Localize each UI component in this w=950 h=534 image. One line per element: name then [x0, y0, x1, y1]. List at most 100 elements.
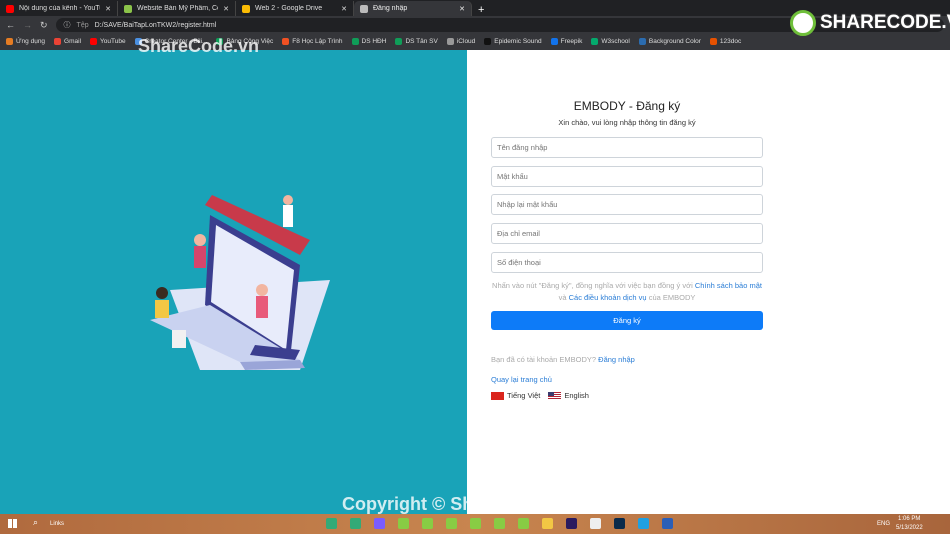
vietnam-flag-icon [491, 392, 504, 401]
bookmark-icon [54, 38, 62, 46]
hero-panel: ShareCode.vn [0, 36, 467, 514]
taskbar-search[interactable]: Links [50, 521, 64, 527]
tab-favicon-icon [6, 4, 14, 13]
phone-input[interactable] [491, 252, 763, 273]
bookmark-icon [395, 38, 403, 46]
bookmark-item[interactable]: DS Tân SV [395, 38, 438, 46]
terms-text: Nhấn vào nút "Đăng ký", đồng nghĩa với v… [491, 280, 763, 304]
taskbar-app-icon[interactable] [566, 518, 577, 529]
bookmark-item[interactable]: Epidemic Sound [484, 38, 542, 46]
watermark-bottom: Copyright © ShareCode.vn [342, 494, 572, 514]
taskbar-app-icon[interactable] [350, 518, 361, 529]
taskbar-app-icon[interactable] [446, 518, 457, 529]
bookmark-item[interactable]: DS HĐH [351, 38, 387, 46]
bookmark-item[interactable]: Gmail [54, 38, 82, 46]
tab-title: Nội dung của kênh - YouTube St [19, 5, 100, 12]
taskbar-app-icon[interactable] [398, 518, 409, 529]
email-input[interactable] [491, 223, 763, 244]
tab-title: Website Bán Mỹ Phẩm, Có Trang [137, 5, 218, 12]
bookmark-label: YouTube [100, 38, 126, 46]
bookmark-item[interactable]: F8 Học Lập Trình [282, 38, 343, 46]
back-icon[interactable]: ← [6, 20, 15, 30]
bookmark-icon [550, 38, 558, 46]
bookmark-item[interactable]: Freepik [550, 38, 583, 46]
info-icon: ⓘ [63, 22, 71, 29]
close-tab-icon[interactable]: ✕ [105, 5, 111, 13]
page-subtitle: Xin chào, vui lòng nhập thông tin đăng k… [558, 118, 696, 127]
taskbar-app-icon[interactable] [614, 518, 625, 529]
bookmark-label: Epidemic Sound [494, 38, 542, 46]
taskbar-app-icon[interactable] [590, 518, 601, 529]
back-home-link[interactable]: Quay lại trang chủ [491, 375, 552, 384]
browser-tab[interactable]: Web 2 - Google Drive ✕ [236, 1, 354, 16]
terms-link[interactable]: Các điều khoản dịch vụ [569, 293, 647, 302]
bookmark-icon [446, 38, 454, 46]
reload-icon[interactable]: ↻ [40, 20, 48, 31]
watermark-top: ShareCode.vn [138, 36, 260, 56]
login-link[interactable]: Đăng nhập [598, 355, 635, 364]
taskbar-app-icon[interactable] [518, 518, 529, 529]
bookmark-item[interactable]: Ứng dụng [6, 38, 45, 46]
close-tab-icon[interactable]: ✕ [459, 5, 465, 13]
have-account-label: Bạn đã có tài khoản EMBODY? [491, 355, 599, 364]
bookmark-icon [638, 38, 646, 46]
confirm-password-input[interactable] [491, 194, 763, 215]
taskbar-app-icon[interactable] [326, 518, 337, 529]
taskbar-time: 1:06 PM [898, 516, 921, 522]
username-input[interactable] [491, 137, 763, 158]
url-prefix: Tệp [76, 21, 89, 29]
bookmark-item[interactable]: W3school [591, 38, 630, 46]
taskbar: ⌕ Links ENG 1:06 PM 5/13/2022 [0, 514, 950, 534]
bookmark-label: 123doc [719, 38, 742, 46]
tab-favicon-icon [242, 4, 250, 13]
taskbar-date: 5/13/2022 [896, 525, 923, 531]
lang-vi[interactable]: Tiếng Việt [491, 391, 540, 401]
url-text: D:/SAVE/BaiTapLonTKW2/register.html [94, 21, 217, 29]
sharecode-logo: SHARECODE.VN [790, 10, 950, 36]
taskbar-app-icon[interactable] [374, 518, 385, 529]
bookmark-icon [282, 38, 290, 46]
terms-suffix: của EMBODY [646, 293, 696, 302]
bookmark-label: DS Tân SV [405, 38, 438, 46]
language-switcher: Tiếng Việt English [491, 391, 589, 401]
terms-and: và [558, 293, 569, 302]
lang-en-label: English [564, 391, 589, 400]
browser-tab[interactable]: Nội dung của kênh - YouTube St ✕ [0, 1, 118, 16]
windows-start-icon[interactable] [8, 519, 17, 528]
search-icon[interactable]: ⌕ [33, 517, 38, 528]
tab-favicon-icon [124, 4, 132, 13]
bookmark-label: DS HĐH [361, 38, 387, 46]
taskbar-app-icon[interactable] [542, 518, 553, 529]
logo-icon [790, 10, 816, 36]
bookmark-item[interactable]: iCloud [446, 38, 475, 46]
bookmark-icon [351, 38, 359, 46]
new-tab-button[interactable]: + [472, 4, 490, 16]
browser-tab[interactable]: Đăng nhập ✕ [354, 1, 472, 16]
privacy-link[interactable]: Chính sách bảo mật [695, 281, 762, 290]
taskbar-app-icon[interactable] [494, 518, 505, 529]
bookmark-item[interactable]: YouTube [90, 38, 126, 46]
password-input[interactable] [491, 166, 763, 187]
close-tab-icon[interactable]: ✕ [341, 5, 347, 13]
forward-icon[interactable]: → [23, 20, 32, 30]
taskbar-app-icon[interactable] [422, 518, 433, 529]
lang-en[interactable]: English [548, 391, 589, 401]
bookmark-icon [6, 38, 13, 46]
bookmark-icon [484, 38, 492, 46]
taskbar-app-icon[interactable] [662, 518, 673, 529]
close-tab-icon[interactable]: ✕ [223, 5, 229, 13]
register-button[interactable]: Đăng ký [491, 311, 763, 330]
bookmark-icon [709, 38, 717, 46]
shopping-illustration [150, 195, 330, 370]
bookmark-label: Gmail [64, 38, 82, 46]
register-panel: EMBODY - Đăng ký Xin chào, vui lòng nhập… [467, 50, 950, 514]
browser-tab[interactable]: Website Bán Mỹ Phẩm, Có Trang ✕ [118, 1, 236, 16]
bookmark-item[interactable]: Background Color [638, 38, 701, 46]
tab-title: Web 2 - Google Drive [255, 5, 323, 12]
bookmark-item[interactable]: 123doc [709, 38, 742, 46]
taskbar-app-icon[interactable] [470, 518, 481, 529]
bookmark-label: Freepik [560, 38, 583, 46]
taskbar-app-icon[interactable] [638, 518, 649, 529]
bookmark-label: W3school [601, 38, 630, 46]
terms-prefix: Nhấn vào nút "Đăng ký", đồng nghĩa với v… [492, 281, 695, 290]
